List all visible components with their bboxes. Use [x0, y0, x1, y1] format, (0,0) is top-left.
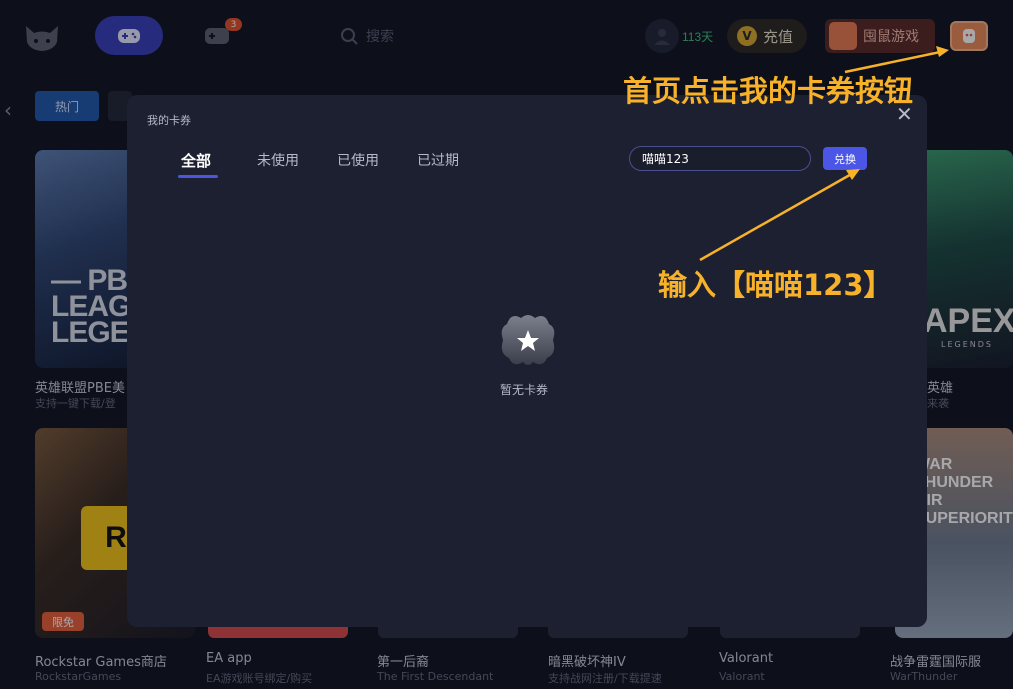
- coupon-code-input[interactable]: [629, 146, 811, 171]
- empty-state-text: 暂无卡券: [500, 383, 549, 397]
- annotation-step2: 输入【喵喵123】: [658, 268, 893, 302]
- redeem-button[interactable]: 兑换: [823, 147, 867, 170]
- tab-all[interactable]: 全部: [181, 150, 211, 171]
- my-coupons-modal: 我的卡券 ✕ 全部 未使用 已使用 已过期 兑换 暂无卡券: [127, 95, 927, 627]
- tab-unused[interactable]: 未使用: [257, 150, 299, 170]
- empty-coupon-icon: [497, 310, 559, 370]
- modal-title: 我的卡券: [147, 114, 191, 127]
- tab-used[interactable]: 已使用: [337, 150, 379, 170]
- tab-expired[interactable]: 已过期: [417, 150, 459, 170]
- active-tab-indicator: [178, 175, 218, 178]
- annotation-step1: 首页点击我的卡券按钮: [623, 74, 914, 108]
